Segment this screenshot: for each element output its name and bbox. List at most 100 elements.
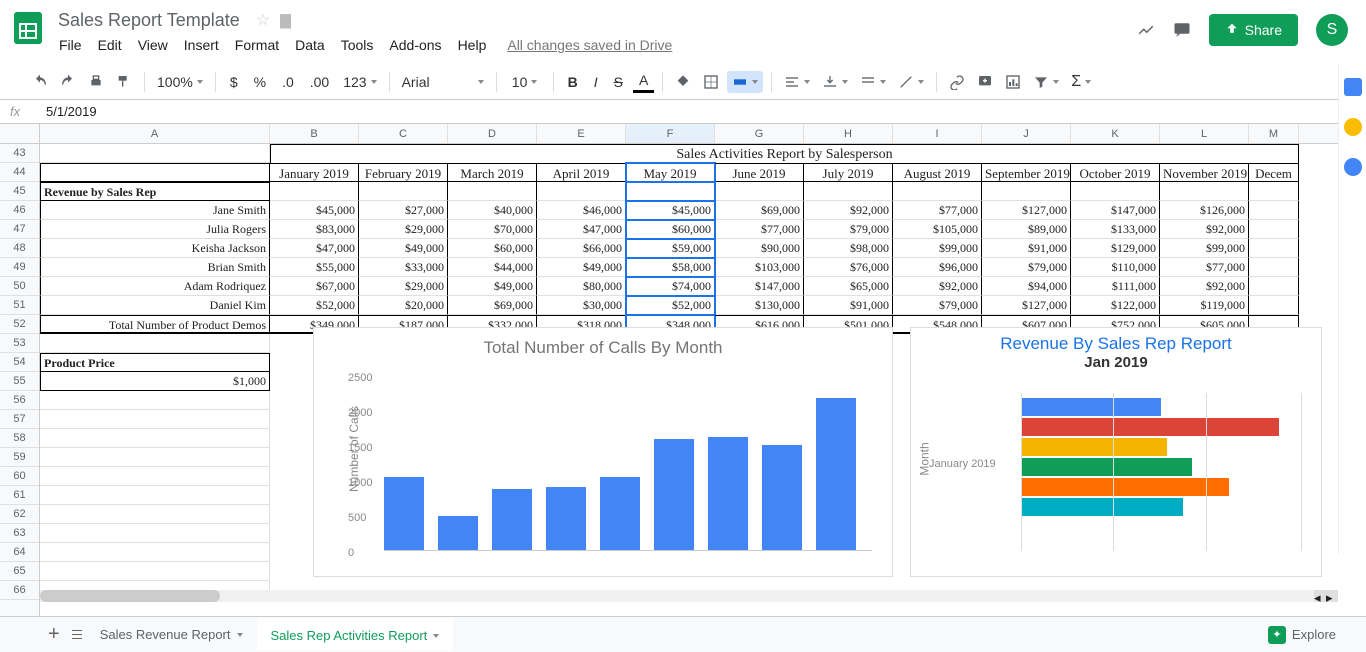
- cell[interactable]: $55,000: [270, 258, 359, 277]
- sheet-tab[interactable]: Sales Rep Activities Report: [257, 618, 454, 651]
- functions-dropdown[interactable]: Σ: [1067, 71, 1095, 93]
- cell[interactable]: $103,000: [715, 258, 804, 277]
- menu-insert[interactable]: Insert: [177, 33, 226, 57]
- undo-icon[interactable]: [28, 70, 52, 94]
- cell[interactable]: [1249, 182, 1299, 201]
- cell[interactable]: $44,000: [448, 258, 537, 277]
- wrap-dropdown[interactable]: [856, 72, 890, 92]
- cell[interactable]: $147,000: [1071, 201, 1160, 220]
- cell[interactable]: $52,000: [626, 296, 715, 315]
- row-header[interactable]: 61: [0, 486, 39, 505]
- cell[interactable]: $49,000: [448, 277, 537, 296]
- number-format-dropdown[interactable]: 123: [339, 72, 380, 92]
- horizontal-scrollbar[interactable]: ◂ ▸: [40, 590, 1338, 602]
- cell[interactable]: [40, 163, 270, 182]
- insert-comment-icon[interactable]: [973, 70, 997, 94]
- font-dropdown[interactable]: Arial: [398, 72, 488, 92]
- menu-view[interactable]: View: [131, 33, 175, 57]
- cell[interactable]: $52,000: [270, 296, 359, 315]
- cell[interactable]: $129,000: [1071, 239, 1160, 258]
- cell[interactable]: [537, 182, 626, 201]
- cell[interactable]: Sales Activities Report by Salesperson: [270, 144, 1299, 163]
- row-header[interactable]: 46: [0, 201, 39, 220]
- row-header[interactable]: 50: [0, 277, 39, 296]
- col-header[interactable]: A: [40, 124, 270, 143]
- cell[interactable]: $92,000: [804, 201, 893, 220]
- activity-icon[interactable]: [1137, 21, 1155, 39]
- cell[interactable]: $111,000: [1071, 277, 1160, 296]
- row-header[interactable]: 56: [0, 391, 39, 410]
- calendar-icon[interactable]: [1344, 78, 1362, 96]
- cell[interactable]: [40, 448, 270, 467]
- cell[interactable]: $29,000: [359, 277, 448, 296]
- cell[interactable]: [1249, 277, 1299, 296]
- cell[interactable]: [40, 562, 270, 581]
- row-header[interactable]: 66: [0, 581, 39, 600]
- menu-edit[interactable]: Edit: [91, 33, 129, 57]
- cell[interactable]: $77,000: [715, 220, 804, 239]
- cell[interactable]: Product Price: [40, 353, 270, 372]
- formula-value[interactable]: 5/1/2019: [46, 104, 97, 119]
- document-title[interactable]: Sales Report Template: [52, 8, 246, 33]
- cell[interactable]: [40, 543, 270, 562]
- share-button[interactable]: Share: [1209, 14, 1298, 46]
- cell[interactable]: [1249, 296, 1299, 315]
- keep-icon[interactable]: [1344, 118, 1362, 136]
- cell[interactable]: August 2019: [893, 163, 982, 182]
- cell[interactable]: $94,000: [982, 277, 1071, 296]
- row-header[interactable]: 51: [0, 296, 39, 315]
- row-header[interactable]: 48: [0, 239, 39, 258]
- h-align-dropdown[interactable]: [780, 72, 814, 92]
- cell[interactable]: Adam Rodriquez: [40, 277, 270, 296]
- cell[interactable]: $27,000: [359, 201, 448, 220]
- col-header[interactable]: D: [448, 124, 537, 143]
- cell[interactable]: July 2019: [804, 163, 893, 182]
- cell[interactable]: $91,000: [804, 296, 893, 315]
- cell[interactable]: [40, 505, 270, 524]
- calls-chart[interactable]: Total Number of Calls By Month Number of…: [313, 327, 893, 577]
- cell[interactable]: April 2019: [537, 163, 626, 182]
- cell[interactable]: [1249, 239, 1299, 258]
- cell[interactable]: [40, 524, 270, 543]
- cell[interactable]: [1249, 201, 1299, 220]
- cell[interactable]: September 2019: [982, 163, 1071, 182]
- cell[interactable]: $83,000: [270, 220, 359, 239]
- row-header[interactable]: 63: [0, 524, 39, 543]
- user-avatar[interactable]: S: [1316, 14, 1348, 46]
- cell[interactable]: $69,000: [715, 201, 804, 220]
- cell[interactable]: $92,000: [1160, 277, 1249, 296]
- cell[interactable]: May 2019: [626, 163, 715, 182]
- italic-icon[interactable]: I: [588, 72, 604, 92]
- insert-chart-icon[interactable]: [1001, 70, 1025, 94]
- filter-dropdown[interactable]: [1029, 72, 1063, 92]
- cell[interactable]: [40, 486, 270, 505]
- cell[interactable]: Julia Rogers: [40, 220, 270, 239]
- row-header[interactable]: 62: [0, 505, 39, 524]
- rotate-dropdown[interactable]: [894, 72, 928, 92]
- comment-icon[interactable]: [1173, 21, 1191, 39]
- row-header[interactable]: 65: [0, 562, 39, 581]
- sheet-tab[interactable]: Sales Revenue Report: [86, 618, 257, 651]
- menu-add-ons[interactable]: Add-ons: [382, 33, 448, 57]
- decrease-decimal-icon[interactable]: .0: [276, 72, 300, 92]
- cell[interactable]: $59,000: [626, 239, 715, 258]
- increase-decimal-icon[interactable]: .00: [304, 72, 335, 92]
- currency-icon[interactable]: $: [224, 72, 244, 92]
- all-sheets-button[interactable]: [68, 626, 86, 644]
- cell[interactable]: Daniel Kim: [40, 296, 270, 315]
- v-align-dropdown[interactable]: [818, 72, 852, 92]
- cell[interactable]: February 2019: [359, 163, 448, 182]
- cell[interactable]: $29,000: [359, 220, 448, 239]
- cell[interactable]: $105,000: [893, 220, 982, 239]
- col-header[interactable]: I: [893, 124, 982, 143]
- cell[interactable]: [1071, 182, 1160, 201]
- menu-help[interactable]: Help: [451, 33, 494, 57]
- cell[interactable]: $119,000: [1160, 296, 1249, 315]
- row-header[interactable]: 44: [0, 163, 39, 182]
- cell[interactable]: $1,000: [40, 372, 270, 391]
- cell[interactable]: [1249, 258, 1299, 277]
- cell[interactable]: [715, 182, 804, 201]
- cell[interactable]: $91,000: [982, 239, 1071, 258]
- cell[interactable]: [1249, 220, 1299, 239]
- col-header[interactable]: B: [270, 124, 359, 143]
